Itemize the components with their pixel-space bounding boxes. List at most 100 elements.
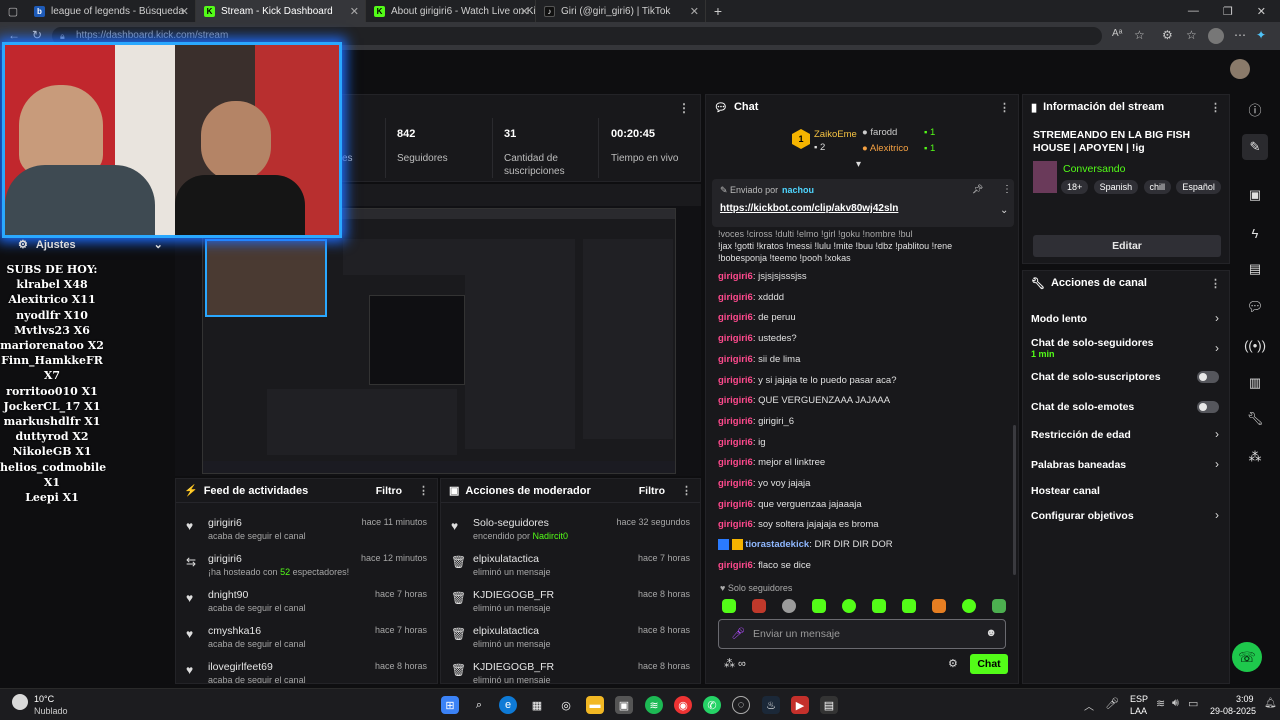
emote-icon[interactable] [902, 599, 916, 613]
emote-icon[interactable] [962, 599, 976, 613]
emote-icon[interactable] [722, 599, 736, 613]
close-tab-icon[interactable]: ✕ [690, 5, 699, 18]
pinned-link[interactable]: https://kickbot.com/clip/akv80wj42sln [720, 203, 898, 214]
emotes-only-toggle[interactable] [1197, 401, 1219, 413]
emote-icon[interactable] [812, 599, 826, 613]
emote-icon[interactable] [992, 599, 1006, 613]
avatar[interactable] [1230, 59, 1250, 79]
language-code[interactable]: ESP [1130, 694, 1148, 704]
back-icon[interactable]: ← [8, 28, 20, 42]
gear-icon[interactable]: ⚙ [948, 657, 958, 670]
actions-menu-icon[interactable]: ⋮ [1210, 277, 1221, 290]
activity-filter-button[interactable]: Filtro [376, 485, 402, 497]
maximize-icon[interactable]: ❐ [1223, 5, 1233, 18]
emote-icon[interactable] [782, 599, 796, 613]
emote-icon[interactable] [842, 599, 856, 613]
chat-message[interactable]: girigiri6: mejor el linktree [718, 457, 825, 468]
search-icon[interactable]: ⌕ [470, 696, 488, 714]
tag[interactable]: chill [1143, 180, 1172, 194]
minimize-icon[interactable]: — [1188, 5, 1199, 18]
tab-bing[interactable]: b league of legends - Búsqueda ✕ [26, 0, 196, 22]
tab-kick-about[interactable]: K About girigiri6 - Watch Live on Ki ✕ [366, 0, 536, 22]
mod-filter-button[interactable]: Filtro [639, 485, 665, 497]
subs-only-toggle[interactable] [1197, 371, 1219, 383]
chat-scrollbar[interactable] [1013, 425, 1016, 575]
chat-message[interactable]: girigiri6: jsjsjsjsssjss [718, 271, 807, 282]
broadcast-icon[interactable]: ((•)) [1242, 332, 1268, 358]
chat-message[interactable]: girigiri6: de peruu [718, 312, 796, 323]
activity-user[interactable]: girigiri6 [208, 553, 242, 565]
close-tab-icon[interactable]: ✕ [520, 5, 529, 18]
activity-user[interactable]: ilovegirlfeet69 [208, 661, 273, 673]
chat-message[interactable]: girigiri6: girigiri_6 [718, 416, 794, 427]
info-menu-icon[interactable]: ⋮ [1210, 101, 1221, 114]
chat-message[interactable]: girigiri6: ig [718, 437, 766, 448]
close-window-icon[interactable]: ✕ [1257, 5, 1266, 18]
chat-input[interactable]: 🎤︎ Enviar un mensaje ☻ [718, 619, 1006, 649]
wifi-icon[interactable]: ≋ [1156, 697, 1165, 710]
chat-message[interactable]: girigiri6: soy soltera jajajaja es broma [718, 519, 879, 530]
emote-icon[interactable] [752, 599, 766, 613]
activity-user[interactable]: cmyshka16 [208, 625, 261, 637]
keyboard-layout[interactable]: LAA [1130, 706, 1147, 716]
chevron-down-icon[interactable]: ⌄ [1000, 205, 1008, 216]
chat-message[interactable]: girigiri6: flaco se dice [718, 560, 811, 571]
edge-icon[interactable]: e [499, 696, 517, 714]
more-icon[interactable]: ⋯ [1234, 28, 1246, 42]
layout-icon[interactable]: ▥ [1242, 370, 1268, 396]
activity-user[interactable]: girigiri6 [208, 517, 242, 529]
tab-tiktok[interactable]: ♪ Giri (@giri_giri6) | TikTok ✕ [536, 0, 706, 22]
mic-icon[interactable]: 🎤︎ [731, 627, 745, 640]
chat-message[interactable]: tiorastadekick: DIR DIR DIR DOR [718, 539, 893, 550]
emote-icon[interactable] [932, 599, 946, 613]
leader-2[interactable]: ● farodd [862, 127, 897, 138]
new-tab-button[interactable]: + [706, 3, 730, 19]
chat-message[interactable]: girigiri6: que verguenzaa jajaaaja [718, 499, 862, 510]
support-chat-button[interactable]: ☏ [1232, 642, 1262, 672]
volume-icon[interactable]: 🔊︎ [1172, 697, 1179, 710]
obs-icon[interactable]: ◌ [732, 696, 750, 714]
store-icon[interactable]: ▦ [528, 696, 546, 714]
chat-message[interactable]: girigiri6: xdddd [718, 292, 784, 303]
tag[interactable]: Spanish [1093, 180, 1139, 194]
mod-user-link[interactable]: Nadircit0 [533, 531, 569, 541]
clock-date[interactable]: 29-08-2025 [1210, 706, 1256, 716]
category-link[interactable]: Conversando [1063, 163, 1125, 175]
tab-actions-icon[interactable]: ▢ [0, 0, 26, 22]
leader-name[interactable]: ZaikoEme [814, 129, 857, 140]
send-chat-button[interactable]: Chat [970, 654, 1008, 674]
start-icon[interactable]: ⊞ [441, 696, 459, 714]
lightning-icon[interactable]: ϟ [1242, 220, 1268, 246]
clock-time[interactable]: 3:09 [1236, 694, 1254, 704]
close-tab-icon[interactable]: ✕ [180, 5, 189, 18]
followers-only-row[interactable]: Chat de solo-seguidores 1 min › [1023, 335, 1229, 363]
stream-preview[interactable] [202, 208, 676, 474]
chrome-icon[interactable]: ◉ [674, 696, 692, 714]
settings-row[interactable]: ⚙ Ajustes ⌄ [18, 238, 163, 252]
document-icon[interactable]: ▤ [1242, 256, 1268, 282]
edit-button[interactable]: Editar [1033, 235, 1221, 257]
activity-menu-icon[interactable]: ⋮ [418, 484, 429, 497]
folder-icon[interactable]: ▬ [586, 696, 604, 714]
tag[interactable]: 18+ [1061, 180, 1089, 194]
tab-kick-dashboard[interactable]: K Stream - Kick Dashboard ✕ [196, 0, 366, 22]
battery-icon[interactable]: ▭ [1188, 697, 1198, 710]
chat-message[interactable]: girigiri6: QUE VERGUENZAAA JAJAAA [718, 395, 890, 406]
chat-message[interactable]: girigiri6: sii de lima [718, 354, 800, 365]
age-restriction-row[interactable]: Restricción de edad › [1023, 427, 1229, 445]
app-icon[interactable]: ▣ [615, 696, 633, 714]
goals-row[interactable]: Configurar objetivos › [1023, 508, 1229, 526]
mic-icon[interactable]: 🎤︎ [1105, 697, 1119, 710]
pencil-icon[interactable]: ✎ [1242, 134, 1268, 160]
chat-icon[interactable]: 💬︎ [1242, 294, 1268, 320]
mod-menu-icon[interactable]: ⋮ [681, 484, 692, 497]
emoji-icon[interactable]: ☻ [985, 627, 997, 639]
host-channel-row[interactable]: Hostear canal [1023, 483, 1229, 501]
info-circle-icon[interactable]: ⓘ [1242, 96, 1268, 122]
community-icon[interactable]: ⁂ [1242, 444, 1268, 470]
community-icon[interactable]: ⁂ ∞ [724, 657, 746, 670]
copilot-icon[interactable]: ✦ [1256, 28, 1266, 42]
mod-user[interactable]: KJDIEGOGB_FR [473, 661, 554, 673]
pinned-menu-icon[interactable]: ⋮ [1002, 184, 1012, 195]
pin-icon[interactable]: 📌︎ [972, 184, 983, 195]
